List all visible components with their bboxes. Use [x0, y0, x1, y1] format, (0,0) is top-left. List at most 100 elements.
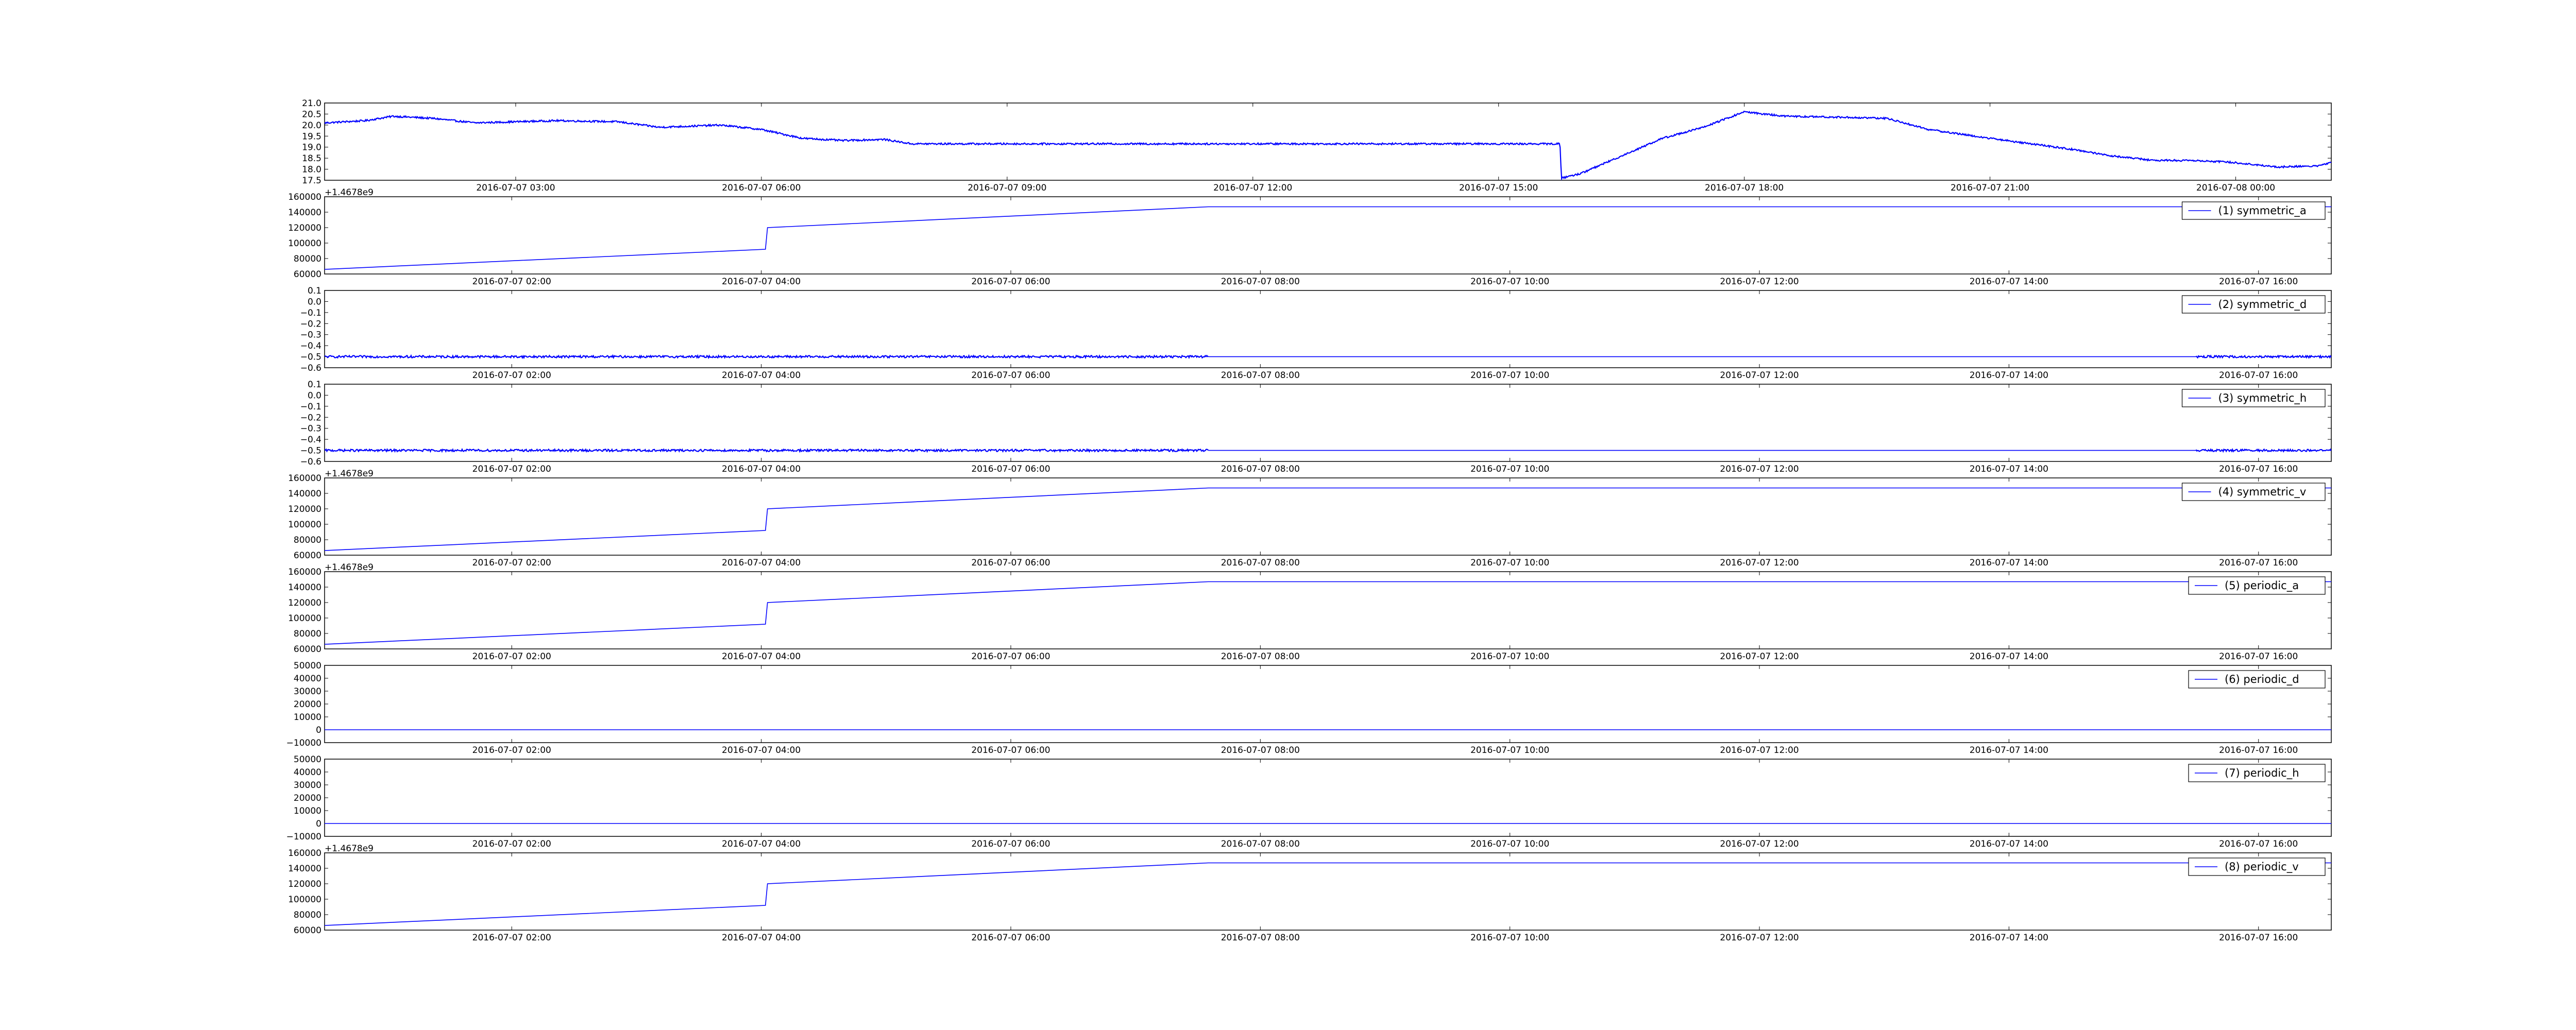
x-tick-label: 2016-07-07 06:00: [971, 277, 1050, 287]
y-tick-label: 160000: [288, 567, 321, 577]
x-tick-label: 2016-07-07 08:00: [1221, 651, 1300, 662]
y-tick-label: 18.5: [302, 153, 321, 164]
x-tick-label: 2016-07-07 12:00: [1720, 651, 1799, 662]
x-tick-label: 2016-07-07 14:00: [1970, 933, 2048, 943]
y-tick-label: −0.4: [300, 435, 321, 445]
x-tick-label: 2016-07-07 10:00: [1470, 933, 1549, 943]
y-tick-label: 50000: [294, 754, 321, 765]
legend-label: (7) periodic_h: [2225, 767, 2299, 780]
y-tick-label: 100000: [288, 520, 321, 530]
y-tick-label: 40000: [294, 767, 321, 778]
legend-label: (3) symmetric_h: [2218, 392, 2307, 405]
x-tick-label: 2016-07-07 12:00: [1720, 839, 1799, 849]
y-tick-label: 60000: [294, 269, 321, 280]
chart-panel-6: 160000 140000 120000 100000 80000 60000 2016-0…: [288, 562, 2332, 662]
chart-panel-4: 0.10.0−0.1−0.2−0.3−0.4−0.5−0.6 2016-07-07…: [300, 380, 2332, 474]
x-tick-label: 2016-07-07 12:00: [1720, 370, 1799, 381]
y-tick-label: 140000: [288, 208, 321, 218]
x-tick-label: 2016-07-07 12:00: [1720, 933, 1799, 943]
x-tick-label: 2016-07-07 10:00: [1470, 839, 1549, 849]
x-tick-label: 2016-07-07 14:00: [1970, 651, 2048, 662]
legend-label: (5) periodic_a: [2225, 579, 2299, 592]
x-tick-label: 2016-07-07 16:00: [2219, 651, 2298, 662]
x-tick-label: 2016-07-07 06:00: [971, 558, 1050, 568]
y-tick-label: 0.0: [308, 297, 321, 307]
y-tick-label: 10000: [294, 806, 321, 816]
plot-frame: [324, 102, 2332, 181]
y-tick-label: 160000: [288, 473, 321, 484]
x-tick-label: 2016-07-07 06:00: [971, 464, 1050, 474]
x-tick-label: 2016-07-07 08:00: [1221, 464, 1300, 474]
x-tick-label: 2016-07-07 04:00: [722, 558, 801, 568]
x-tick-label: 2016-07-07 02:00: [472, 277, 551, 287]
y-tick-label: 60000: [294, 644, 321, 655]
y-tick-label: 50000: [294, 661, 321, 671]
x-tick-label: 2016-07-07 09:00: [968, 183, 1046, 193]
x-tick-label: 2016-07-07 16:00: [2219, 745, 2298, 756]
legend-label: (6) periodic_d: [2225, 673, 2299, 686]
x-tick-label: 2016-07-07 12:00: [1720, 745, 1799, 756]
y-tick-label: −0.3: [300, 424, 321, 434]
y-tick-label: 21.0: [302, 98, 321, 109]
x-tick-label: 2016-07-07 12:00: [1720, 558, 1799, 568]
x-tick-label: 2016-07-07 16:00: [2219, 277, 2298, 287]
x-tick-label: 2016-07-07 16:00: [2219, 933, 2298, 943]
y-tick-label: 17.5: [302, 176, 321, 186]
x-tick-label: 2016-07-07 18:00: [1705, 183, 1784, 193]
chart-panel-8: 50000 40000 30000 20000 10000 0 −10000 2016-07-…: [286, 754, 2332, 849]
y-tick-label: 0: [316, 725, 321, 735]
x-tick-label: 2016-07-07 14:00: [1970, 277, 2048, 287]
plot-frame: [324, 665, 2332, 743]
y-tick-label: 20000: [294, 793, 321, 803]
x-tick-label: 2016-07-07 08:00: [1221, 558, 1300, 568]
y-tick-label: −0.6: [300, 457, 321, 467]
x-tick-label: 2016-07-07 12:00: [1720, 464, 1799, 474]
y-tick-label: −0.2: [300, 319, 321, 329]
y-tick-label: −10000: [286, 738, 321, 748]
x-tick-label: 2016-07-07 10:00: [1470, 370, 1549, 381]
x-tick-label: 2016-07-07 06:00: [971, 745, 1050, 756]
x-tick-label: 2016-07-07 14:00: [1970, 464, 2048, 474]
y-tick-label: 20000: [294, 699, 321, 710]
x-tick-label: 2016-07-08 00:00: [2196, 183, 2275, 193]
x-tick-label: 2016-07-07 06:00: [971, 839, 1050, 849]
y-tick-label: −0.5: [300, 446, 321, 456]
y-tick-label: 20.5: [302, 109, 321, 119]
x-tick-label: 2016-07-07 21:00: [1951, 183, 2029, 193]
y-tick-label: 10000: [294, 712, 321, 723]
y-tick-label: 80000: [294, 629, 321, 639]
x-tick-label: 2016-07-07 08:00: [1221, 745, 1300, 756]
x-tick-label: 2016-07-07 04:00: [722, 464, 801, 474]
x-tick-label: 2016-07-07 10:00: [1470, 464, 1549, 474]
chart-panel-1: 21.020.5 20.019.519.018.518.017.5 2016-07-…: [302, 98, 2332, 193]
y-tick-label: 80000: [294, 254, 321, 264]
x-tick-label: 2016-07-07 02:00: [472, 370, 551, 381]
x-tick-label: 2016-07-07 06:00: [971, 651, 1050, 662]
x-tick-label: 2016-07-07 12:00: [1720, 277, 1799, 287]
x-tick-label: 2016-07-07 16:00: [2219, 464, 2298, 474]
x-tick-label: 2016-07-07 08:00: [1221, 839, 1300, 849]
x-tick-label: 2016-07-07 02:00: [472, 745, 551, 756]
x-tick-label: 2016-07-07 16:00: [2219, 839, 2298, 849]
x-tick-label: 2016-07-07 08:00: [1221, 933, 1300, 943]
y-tick-label: 0: [316, 819, 321, 829]
y-tick-label: 60000: [294, 551, 321, 561]
y-tick-label: 20.0: [302, 121, 321, 131]
x-tick-label: 2016-07-07 10:00: [1470, 277, 1549, 287]
y-tick-label: 30000: [294, 686, 321, 697]
y-tick-label: 0.0: [308, 390, 321, 401]
x-tick-label: 2016-07-07 08:00: [1221, 277, 1300, 287]
y-tick-label: 30000: [294, 780, 321, 791]
legend-label: (2) symmetric_d: [2218, 298, 2307, 311]
y-tick-label: 60000: [294, 925, 321, 936]
axis-offset-label: +1.4678e9: [325, 562, 374, 573]
y-tick-label: −0.1: [300, 402, 321, 412]
x-tick-label: 2016-07-07 02:00: [472, 651, 551, 662]
y-tick-label: 160000: [288, 192, 321, 202]
y-tick-label: −10000: [286, 832, 321, 842]
legend: (3) symmetric_h: [2181, 389, 2326, 407]
x-tick-label: 2016-07-07 04:00: [722, 933, 801, 943]
legend: (8) periodic_v: [2188, 857, 2326, 876]
legend: (1) symmetric_a: [2181, 201, 2326, 220]
x-tick-label: 2016-07-07 04:00: [722, 745, 801, 756]
